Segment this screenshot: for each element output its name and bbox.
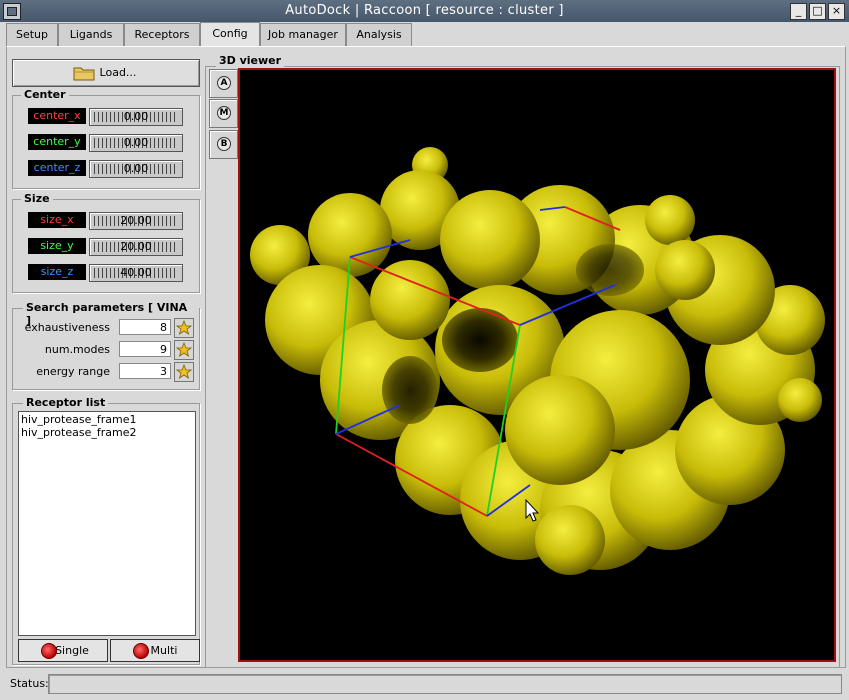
center-z-value: 0.00 bbox=[123, 162, 149, 175]
center-y-label: center_y bbox=[28, 134, 86, 150]
tab-ligands[interactable]: Ligands bbox=[58, 23, 124, 46]
center-y-value: 0.00 bbox=[123, 136, 149, 149]
receptor-list-title: Receptor list bbox=[23, 396, 109, 409]
list-item[interactable]: hiv_protease_frame1 bbox=[21, 413, 136, 426]
view-b-button[interactable]: B bbox=[209, 130, 238, 159]
view-a-label: A bbox=[217, 76, 231, 90]
exhaustiveness-default-button[interactable] bbox=[174, 318, 194, 338]
size-x-slider[interactable]: 20.00 bbox=[89, 212, 183, 230]
multi-mode-button[interactable]: Multi bbox=[110, 639, 200, 662]
size-z-value: 40.00 bbox=[120, 266, 152, 279]
star-icon bbox=[175, 363, 193, 379]
status-bar: Status: bbox=[6, 674, 844, 694]
center-y-slider[interactable]: 0.00 bbox=[89, 134, 183, 152]
tab-config[interactable]: Config bbox=[200, 22, 260, 47]
energy-range-input[interactable]: 3 bbox=[119, 363, 171, 379]
num-modes-default-button[interactable] bbox=[174, 340, 194, 360]
size-z-slider[interactable]: 40.00 bbox=[89, 264, 183, 282]
size-x-label: size_x bbox=[28, 212, 86, 228]
viewer-title: 3D viewer bbox=[216, 54, 285, 67]
single-mode-label: Single bbox=[55, 644, 89, 657]
maximize-button[interactable]: □ bbox=[809, 3, 826, 20]
tab-job-manager[interactable]: Job manager bbox=[260, 23, 346, 46]
minimize-button[interactable]: _ bbox=[790, 3, 807, 20]
single-mode-button[interactable]: Single bbox=[18, 639, 108, 662]
center-z-slider[interactable]: 0.00 bbox=[89, 160, 183, 178]
list-item[interactable]: hiv_protease_frame2 bbox=[21, 426, 136, 439]
view-a-button[interactable]: A bbox=[209, 69, 238, 98]
tab-receptors[interactable]: Receptors bbox=[124, 23, 200, 46]
size-z-label: size_z bbox=[28, 264, 86, 280]
window-title: AutoDock | Raccoon [ resource : cluster … bbox=[285, 3, 564, 18]
status-label: Status: bbox=[10, 677, 49, 690]
center-z-label: center_z bbox=[28, 160, 86, 176]
receptor-icon bbox=[133, 643, 149, 659]
tab-analysis[interactable]: Analysis bbox=[346, 23, 412, 46]
protein-surface bbox=[250, 147, 825, 575]
molecule-viewer-canvas[interactable] bbox=[238, 68, 836, 662]
load-button[interactable]: Load... bbox=[12, 59, 200, 87]
close-button[interactable]: × bbox=[828, 3, 845, 20]
view-m-label: M bbox=[217, 106, 231, 120]
folder-icon bbox=[73, 67, 95, 81]
receptor-listbox[interactable]: hiv_protease_frame1 hiv_protease_frame2 bbox=[18, 411, 196, 636]
molecular-surface-render bbox=[250, 147, 825, 575]
size-title: Size bbox=[21, 192, 53, 205]
exhaustiveness-input[interactable]: 8 bbox=[119, 319, 171, 335]
size-y-value: 20.00 bbox=[120, 240, 152, 253]
view-m-button[interactable]: M bbox=[209, 99, 238, 128]
load-button-label: Load... bbox=[99, 66, 137, 79]
title-bar: AutoDock | Raccoon [ resource : cluster … bbox=[0, 0, 849, 22]
size-y-label: size_y bbox=[28, 238, 86, 254]
star-icon bbox=[175, 319, 193, 335]
center-x-value: 0.00 bbox=[123, 110, 149, 123]
status-field bbox=[48, 674, 842, 694]
tab-setup[interactable]: Setup bbox=[6, 23, 58, 46]
num-modes-input[interactable]: 9 bbox=[119, 341, 171, 357]
center-x-label: center_x bbox=[28, 108, 86, 124]
num-modes-label: num.modes bbox=[44, 343, 110, 356]
size-y-slider[interactable]: 20.00 bbox=[89, 238, 183, 256]
size-x-value: 20.00 bbox=[120, 214, 152, 227]
exhaustiveness-label: exhaustiveness bbox=[24, 321, 110, 334]
view-b-label: B bbox=[217, 137, 231, 151]
energy-range-label: energy range bbox=[36, 365, 110, 378]
center-x-slider[interactable]: 0.00 bbox=[89, 108, 183, 126]
multi-mode-label: Multi bbox=[150, 644, 178, 657]
star-icon bbox=[175, 341, 193, 357]
receptor-icon bbox=[41, 643, 57, 659]
energy-range-default-button[interactable] bbox=[174, 362, 194, 382]
center-title: Center bbox=[21, 88, 69, 101]
